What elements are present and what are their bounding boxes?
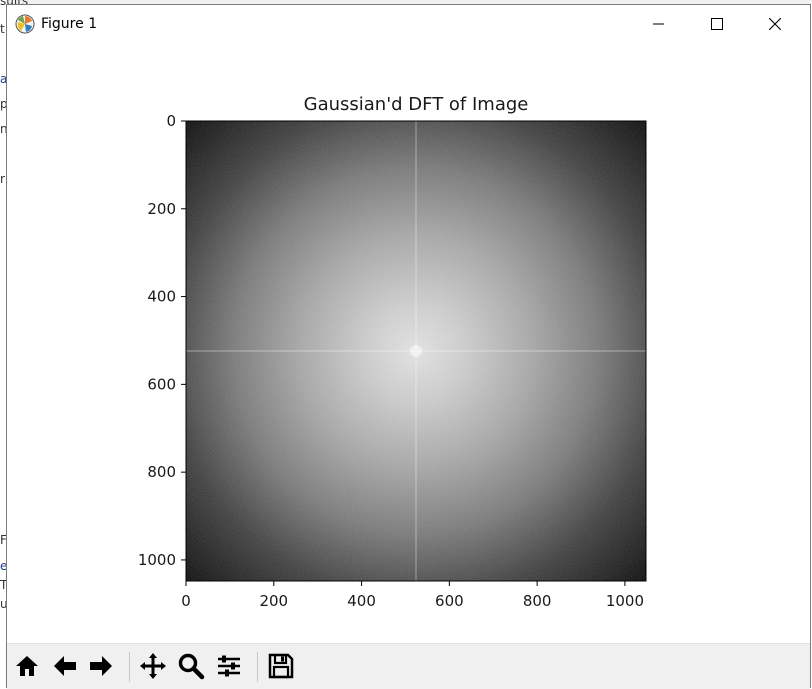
back-button[interactable] — [49, 650, 81, 682]
y-tick-label: 0 — [166, 112, 176, 130]
toolbar-separator — [257, 652, 258, 682]
y-tick-label: 200 — [147, 200, 176, 218]
save-button[interactable] — [265, 650, 297, 682]
home-button[interactable] — [11, 650, 43, 682]
background-text: r — [0, 172, 5, 186]
y-tick-label: 800 — [147, 463, 176, 481]
x-tick-label: 800 — [523, 592, 552, 610]
x-tick-label: 600 — [435, 592, 464, 610]
minimize-icon — [653, 23, 664, 25]
background-text: t — [0, 22, 5, 36]
save-icon — [268, 653, 294, 679]
figure-canvas[interactable]: Gaussian'd DFT of Image 0 200 400 600 800 100… — [7, 43, 810, 643]
pan-button[interactable] — [137, 650, 169, 682]
zoom-icon — [178, 653, 205, 680]
x-axis: 0 200 400 600 800 1000 — [181, 581, 644, 610]
figure-window: Figure 1 Gaussian'd DFT of Image 0 200 4… — [6, 4, 811, 689]
y-tick-label: 1000 — [138, 551, 176, 569]
title-bar[interactable]: Figure 1 — [7, 5, 810, 43]
minimize-button[interactable] — [630, 5, 688, 43]
close-icon — [769, 18, 781, 30]
matplotlib-logo-icon — [15, 14, 35, 34]
maximize-icon — [711, 18, 723, 30]
pan-icon — [140, 653, 166, 679]
dft-center-peak — [410, 345, 422, 357]
x-tick-label: 1000 — [606, 592, 644, 610]
x-tick-label: 400 — [347, 592, 376, 610]
navigation-toolbar — [7, 643, 810, 689]
maximize-button[interactable] — [688, 5, 746, 43]
chart-title: Gaussian'd DFT of Image — [304, 94, 529, 115]
plot-area — [185, 120, 647, 582]
back-icon — [54, 656, 76, 676]
toolbar-separator — [129, 652, 130, 682]
x-tick-label: 200 — [259, 592, 288, 610]
y-axis: 0 200 400 600 800 1000 — [138, 112, 186, 569]
configure-subplots-icon — [218, 655, 240, 677]
chart: Gaussian'd DFT of Image 0 200 400 600 800 100… — [138, 94, 647, 610]
home-icon — [16, 656, 38, 676]
zoom-button[interactable] — [175, 650, 207, 682]
window-title: Figure 1 — [41, 16, 98, 32]
x-tick-label: 0 — [181, 592, 191, 610]
forward-button[interactable] — [85, 650, 117, 682]
forward-icon — [90, 656, 112, 676]
close-button[interactable] — [746, 5, 804, 43]
configure-subplots-button[interactable] — [213, 650, 245, 682]
y-tick-label: 600 — [147, 375, 176, 393]
y-tick-label: 400 — [147, 288, 176, 306]
